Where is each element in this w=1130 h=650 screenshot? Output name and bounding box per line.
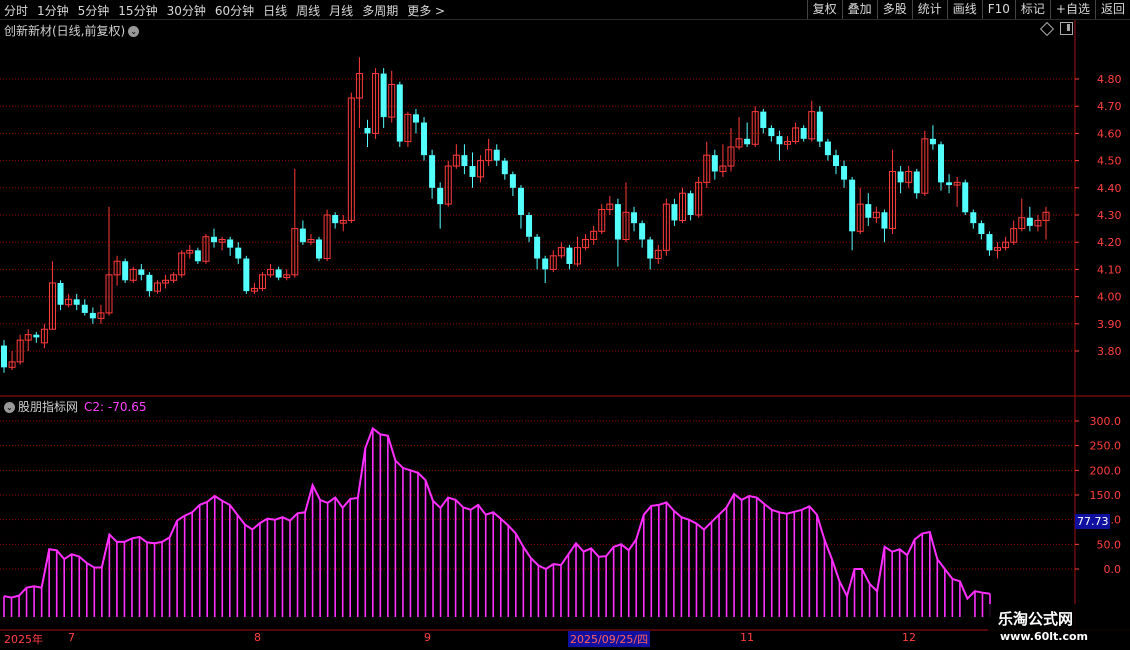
indicator-tick-label: 150.0 [1090, 489, 1122, 502]
watermark-title: 乐淘公式网 [998, 610, 1074, 628]
candle-body-down [332, 215, 339, 224]
candle-body-down [929, 138, 936, 145]
candle-body-down [614, 204, 621, 240]
candle-body-down [913, 171, 920, 194]
x-axis-cursor-date: 2025/09/25/四 [568, 631, 651, 647]
candle-body-down [194, 250, 201, 262]
candle-body-down [970, 212, 977, 224]
indicator-tick-label: 0.0 [1104, 563, 1122, 576]
candle-body-down [631, 212, 638, 224]
x-axis-label-nov: 11 [740, 631, 754, 644]
candle-body-down [962, 182, 969, 213]
candle-body-down [711, 155, 718, 172]
price-tick-label: 4.50 [1097, 155, 1122, 168]
candle-body-down [364, 127, 371, 134]
candle-body-down [227, 239, 234, 248]
candle-body-down [421, 122, 428, 156]
candle-body-down [275, 269, 282, 278]
watermark-url: www.60lt.com [1000, 630, 1089, 643]
candle-body-down [937, 144, 944, 183]
candle-body-down [1, 345, 7, 368]
candle-body-down [429, 155, 436, 188]
candle-body-down [978, 223, 985, 235]
price-tick-label: 4.10 [1097, 263, 1122, 276]
candle-body-down [744, 138, 751, 145]
candle-body-down [800, 127, 807, 139]
candle-body-down [776, 136, 783, 145]
candle-body-down [33, 334, 40, 338]
candle-body-down [412, 114, 419, 123]
indicator-tick-label: 250.0 [1090, 440, 1122, 453]
indicator-line [3, 426, 991, 601]
candle-body-down [639, 223, 646, 240]
candle-body-down [299, 228, 306, 243]
candle-body-down [526, 215, 533, 237]
candle-body-down [566, 247, 573, 264]
candle-body-down [501, 160, 508, 175]
candle-body-down [534, 236, 541, 259]
indicator-tick-label: 50.0 [1097, 538, 1122, 551]
candle-body-down [396, 84, 403, 142]
candle-body-down [146, 274, 153, 292]
candle-body-down [469, 166, 476, 177]
x-axis-label-sep: 9 [424, 631, 431, 644]
x-axis-label-year: 2025年 [4, 633, 43, 646]
candle-body-down [235, 247, 242, 259]
price-tick-label: 4.20 [1097, 236, 1122, 249]
candle-body-down [824, 141, 831, 156]
candle-body-down [865, 204, 872, 218]
x-axis-label-dec: 12 [902, 631, 916, 644]
candle-body-down [816, 111, 823, 142]
candle-body-down [81, 304, 88, 313]
indicator-tick-label: 300.0 [1090, 415, 1122, 428]
candle-body-down [509, 174, 516, 188]
candle-body-down [517, 187, 524, 215]
candle-body-down [946, 182, 953, 186]
candle-body-down [849, 179, 856, 232]
candle-body-down [73, 299, 80, 305]
candle-body-down [380, 73, 387, 118]
candle-body-down [897, 171, 904, 183]
candle-body-down [461, 155, 468, 167]
candle-body-down [138, 269, 145, 275]
candle-body-down [243, 258, 250, 292]
price-tick-label: 4.70 [1097, 100, 1122, 113]
candle-body-down [89, 312, 96, 319]
chart-canvas[interactable]: 3.80 3.90 4.00 4.10 4.20 4.30 4.40 4.50 4.60 4.70… [0, 0, 1130, 650]
candle-body-down [881, 212, 888, 229]
candle-body-down [687, 193, 694, 215]
candle-body-down [211, 236, 218, 243]
candle-body-down [493, 149, 500, 161]
candle-body-down [832, 155, 839, 167]
candle-body-down [437, 187, 444, 205]
candle-body-down [986, 234, 993, 251]
candle-body-down [647, 239, 654, 259]
candle-body-down [760, 111, 767, 128]
x-axis-label-aug: 8 [254, 631, 261, 644]
candle-body-down [841, 166, 848, 180]
price-tick-label: 4.40 [1097, 182, 1122, 195]
candle-body-down [1026, 217, 1033, 226]
price-tick-label: 4.30 [1097, 209, 1122, 222]
candle-body-down [671, 204, 678, 221]
x-axis-label-jul: 7 [68, 631, 75, 644]
candle-body-down [768, 127, 775, 137]
candle-body-down [542, 258, 549, 270]
price-tick-label: 4.60 [1097, 127, 1122, 140]
candle-body-down [316, 239, 323, 259]
price-tick-label: 4.00 [1097, 291, 1122, 304]
indicator-tick-label: 200.0 [1090, 464, 1122, 477]
indicator-current-value: 77.73 [1075, 514, 1110, 529]
price-tick-label: 3.80 [1097, 345, 1122, 358]
price-tick-label: 4.80 [1097, 73, 1122, 86]
candle-body-down [57, 283, 64, 305]
price-tick-label: 3.90 [1097, 318, 1122, 331]
candle-body-down [122, 261, 129, 281]
